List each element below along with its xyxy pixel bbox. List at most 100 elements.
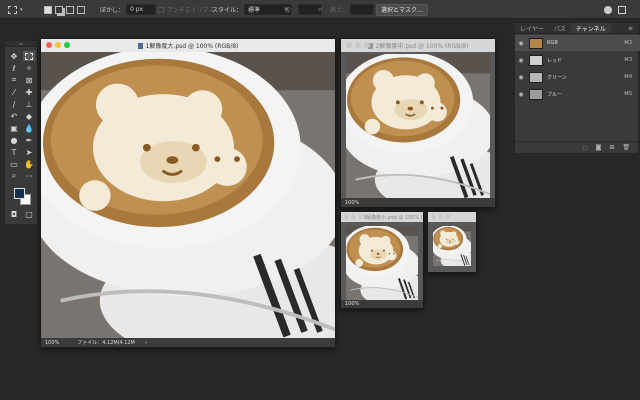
subtract-selection-icon[interactable] xyxy=(66,5,74,14)
zoom-window-icon[interactable] xyxy=(64,42,70,48)
save-selection-icon[interactable]: ◙ xyxy=(596,144,602,151)
selection-mode-group xyxy=(44,3,85,16)
dodge-icon[interactable]: ● xyxy=(8,135,20,145)
crop-icon[interactable]: ⌗ xyxy=(8,75,20,85)
zoom-window-icon[interactable] xyxy=(364,42,370,48)
channel-shortcut: ⌘5 xyxy=(624,91,633,97)
channel-row-red[interactable]: ◉ レッド ⌘3 xyxy=(515,52,640,68)
marquee-tool-preset[interactable]: ▾ xyxy=(8,3,23,16)
zoom-window-icon[interactable] xyxy=(445,214,450,219)
checkbox-icon xyxy=(158,6,164,13)
document-window-3[interactable]: 3解像度小.psd @ 100% (RGB/8) 100% xyxy=(340,211,424,309)
tab-layers[interactable]: レイヤー xyxy=(515,23,549,33)
stamp-icon[interactable]: ⊥ xyxy=(23,99,35,109)
lasso-icon[interactable]: ℓ xyxy=(8,63,20,73)
history-brush-icon[interactable]: ↶ xyxy=(8,111,20,121)
zoom-level[interactable]: 100% xyxy=(345,301,359,307)
intersect-selection-icon[interactable] xyxy=(77,5,85,14)
document-titlebar[interactable] xyxy=(428,212,476,222)
channel-row-rgb[interactable]: ◉ RGB ⌘2 xyxy=(515,35,640,51)
gradient-icon[interactable]: ▣ xyxy=(8,123,20,133)
document-title: 2解像度中.psd @ 100% (RGB/8) xyxy=(375,43,469,50)
shape-icon[interactable]: ▭ xyxy=(8,159,20,169)
channel-row-green[interactable]: ◉ グリーン ⌘4 xyxy=(515,69,640,85)
tab-paths[interactable]: パス xyxy=(549,23,571,33)
blur-icon[interactable]: 💧 xyxy=(23,123,35,133)
select-mask-button[interactable]: 選択とマスク... xyxy=(376,3,428,16)
antialias-checkbox[interactable]: アンチエイリアス xyxy=(158,3,215,16)
document-window-4[interactable] xyxy=(427,211,477,273)
tools-grip[interactable]: ▸▸ xyxy=(5,41,37,47)
close-icon[interactable] xyxy=(46,42,52,48)
style-group: スタイル： 標準 ▾ xyxy=(212,3,293,16)
zoom-icon[interactable]: ⌕ xyxy=(8,171,20,181)
psd-file-icon xyxy=(137,42,143,49)
hand-icon[interactable]: ✋ xyxy=(23,159,35,169)
user-icon[interactable] xyxy=(604,3,612,16)
new-selection-icon[interactable] xyxy=(44,5,52,14)
close-icon[interactable] xyxy=(431,214,436,219)
chevron-right-icon[interactable]: › xyxy=(145,340,147,346)
zoom-window-icon[interactable] xyxy=(358,214,363,219)
minimize-icon[interactable] xyxy=(355,42,361,48)
heal-icon[interactable]: ✚ xyxy=(23,87,35,97)
channel-name: グリーン xyxy=(547,74,567,81)
minimize-icon[interactable] xyxy=(55,42,61,48)
document-titlebar[interactable]: 3解像度小.psd @ 100% (RGB/8) xyxy=(341,212,423,222)
tab-channels[interactable]: チャンネル xyxy=(570,23,611,33)
path-select-icon[interactable]: ➤ xyxy=(23,147,35,157)
document-canvas[interactable] xyxy=(433,226,471,266)
minimize-icon[interactable] xyxy=(351,214,356,219)
eyedropper-icon[interactable]: ⁄ xyxy=(8,87,20,97)
load-selection-icon[interactable]: ◌ xyxy=(582,144,587,151)
magic-wand-icon[interactable]: ✧ xyxy=(23,63,35,73)
window-controls xyxy=(46,42,70,48)
latte-image xyxy=(433,226,471,266)
eye-icon[interactable]: ◉ xyxy=(515,74,527,81)
document-canvas[interactable] xyxy=(346,226,418,300)
latte-image xyxy=(346,226,418,300)
marquee-icon[interactable] xyxy=(23,51,35,61)
eye-icon[interactable]: ◉ xyxy=(515,91,527,98)
move-icon[interactable]: ✥ xyxy=(8,51,20,61)
document-titlebar[interactable]: 1解像度大.psd @ 100% (RGB/8) xyxy=(41,39,335,52)
panel-menu-icon[interactable]: ≡ xyxy=(623,23,638,33)
close-icon[interactable] xyxy=(344,214,349,219)
screen-mode-icon[interactable]: ▢ xyxy=(23,209,35,219)
height-label: 高さ： xyxy=(330,7,349,14)
eye-icon[interactable]: ◉ xyxy=(515,57,527,64)
document-window-2[interactable]: 2解像度中.psd @ 100% (RGB/8) 100% xyxy=(340,38,496,208)
height-input[interactable] xyxy=(350,4,375,15)
zoom-level[interactable]: 100% xyxy=(45,340,59,346)
new-channel-icon[interactable]: ⊞ xyxy=(609,144,614,151)
document-canvas[interactable] xyxy=(346,54,490,199)
eye-icon[interactable]: ◉ xyxy=(515,40,527,47)
document-canvas[interactable] xyxy=(41,52,335,339)
channels-panel: レイヤー パス チャンネル ≡ ◉ RGB ⌘2 ◉ レッド ⌘3 ◉ グリーン… xyxy=(514,22,640,154)
add-selection-icon[interactable] xyxy=(55,5,63,14)
minimize-icon[interactable] xyxy=(438,214,443,219)
document-titlebar[interactable]: 2解像度中.psd @ 100% (RGB/8) xyxy=(341,39,495,52)
eraser-icon[interactable]: ◆ xyxy=(23,111,35,121)
file-size-info: ファイル：4.12M/4.12M xyxy=(77,340,135,346)
zoom-level[interactable]: 100% xyxy=(345,200,359,206)
pen-icon[interactable]: ✒ xyxy=(23,135,35,145)
width-label: 幅： xyxy=(284,7,297,14)
more-icon[interactable]: ··· xyxy=(23,171,35,181)
feather-input[interactable]: 0 px xyxy=(126,4,157,15)
channel-thumbnail xyxy=(529,88,543,100)
chevron-down-icon: ▾ xyxy=(20,6,23,13)
brush-icon[interactable]: ∕ xyxy=(8,99,20,109)
trash-icon[interactable]: 🗑 xyxy=(622,144,630,151)
frame-icon[interactable]: ⊠ xyxy=(23,75,35,85)
channel-row-blue[interactable]: ◉ ブルー ⌘5 xyxy=(515,86,640,102)
close-icon[interactable] xyxy=(346,42,352,48)
swap-icon[interactable]: ⇄ xyxy=(318,3,323,16)
document-status-bar: 100% xyxy=(341,198,495,207)
channel-shortcut: ⌘2 xyxy=(624,40,633,46)
quick-mask-icon[interactable]: ◘ xyxy=(8,209,20,219)
document-window-1[interactable]: 1解像度大.psd @ 100% (RGB/8) 100% ファイル：4.12M… xyxy=(40,38,336,348)
type-icon[interactable]: T xyxy=(8,147,20,157)
foreground-color-swatch[interactable] xyxy=(14,188,25,199)
workspace-icon[interactable] xyxy=(618,3,626,16)
